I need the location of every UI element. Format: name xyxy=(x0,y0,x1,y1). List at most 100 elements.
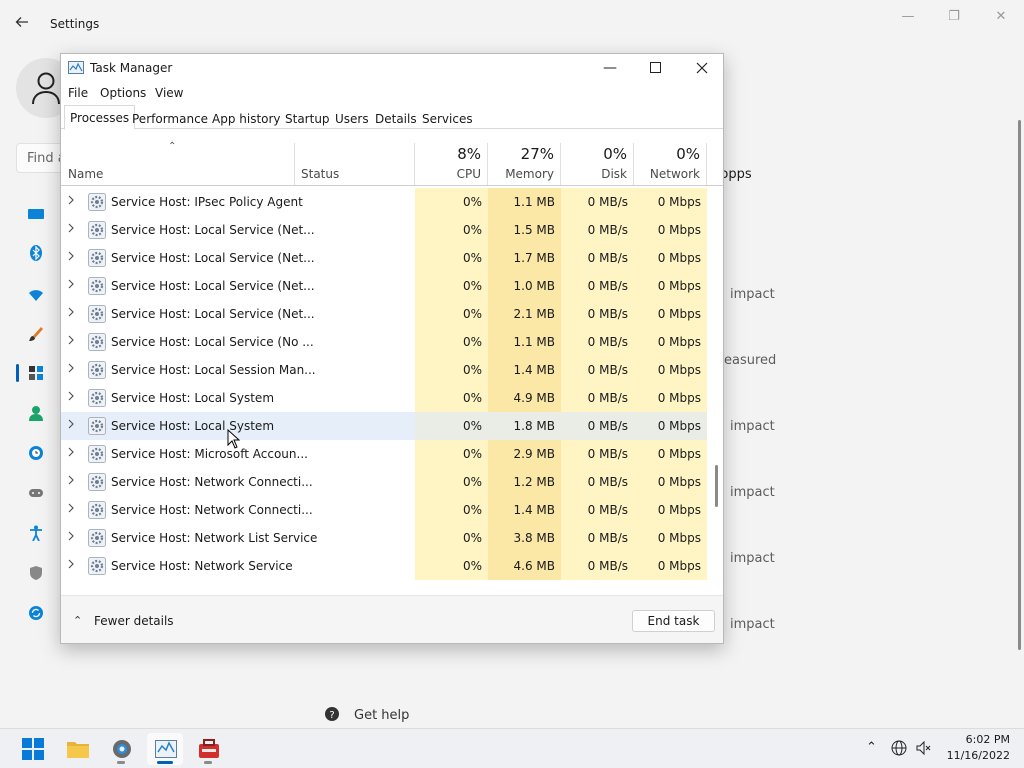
expand-chevron-icon[interactable] xyxy=(67,559,77,571)
restore-button[interactable]: ❐ xyxy=(939,7,969,27)
expand-chevron-icon[interactable] xyxy=(67,307,77,319)
table-row[interactable]: Service Host: Network Service 0% 4.6 MB 0 M… xyxy=(61,552,723,580)
table-row[interactable]: Service Host: Local Service (Net... 0% 1.5… xyxy=(61,216,723,244)
menu-file[interactable]: File xyxy=(68,86,88,100)
maximize-button[interactable] xyxy=(633,57,679,79)
volume-muted-icon[interactable] xyxy=(916,740,932,760)
tab-users[interactable]: Users xyxy=(329,107,375,129)
expand-chevron-icon[interactable] xyxy=(67,251,77,263)
column-divider[interactable] xyxy=(706,143,707,185)
cpu-cell: 0% xyxy=(415,384,488,412)
process-name: Service Host: Network Connecti... xyxy=(111,503,313,517)
disk-percent[interactable]: 0% xyxy=(564,145,627,163)
column-divider[interactable] xyxy=(414,143,415,185)
service-gear-icon xyxy=(88,361,106,379)
column-divider[interactable] xyxy=(294,143,295,185)
table-row[interactable]: Service Host: Network Connecti... 0% 1.2 M… xyxy=(61,468,723,496)
column-divider[interactable] xyxy=(560,143,561,185)
show-hidden-icons-chevron-icon[interactable]: ⌃ xyxy=(866,740,877,755)
table-row[interactable]: Service Host: Microsoft Accoun... 0% 2.9 M… xyxy=(61,440,723,468)
close-button[interactable] xyxy=(679,57,725,79)
clock[interactable]: 6:02 PM 11/16/2022 xyxy=(944,732,1010,764)
column-disk[interactable]: Disk xyxy=(564,167,627,181)
expand-chevron-icon[interactable] xyxy=(67,195,77,207)
start-button[interactable] xyxy=(14,733,50,765)
tab-startup[interactable]: Startup xyxy=(279,107,336,129)
expand-chevron-icon[interactable] xyxy=(67,447,77,459)
network-cell: 0 Mbps xyxy=(634,328,707,356)
privacy-security-icon[interactable] xyxy=(28,565,44,581)
expand-chevron-icon[interactable] xyxy=(67,363,77,375)
network-cell: 0 Mbps xyxy=(634,356,707,384)
tab-processes[interactable]: Processes xyxy=(64,105,136,130)
expand-chevron-icon[interactable] xyxy=(67,223,77,235)
accessibility-icon[interactable] xyxy=(28,525,44,542)
table-row[interactable]: Service Host: Local Service (No ... 0% 1.1… xyxy=(61,328,723,356)
table-row[interactable]: Service Host: Local Session Man... 0% 1.4 … xyxy=(61,356,723,384)
minimize-button[interactable]: — xyxy=(893,7,923,27)
tab-services[interactable]: Services xyxy=(416,107,479,129)
expand-chevron-icon[interactable] xyxy=(67,279,77,291)
expand-chevron-icon[interactable] xyxy=(67,503,77,515)
vertical-scrollbar[interactable] xyxy=(715,465,718,507)
gaming-icon[interactable] xyxy=(28,485,44,501)
network-icon[interactable] xyxy=(28,287,44,303)
disk-cell: 0 MB/s xyxy=(561,412,634,440)
windows-update-icon[interactable] xyxy=(28,605,44,621)
table-row[interactable]: Service Host: Local Service (Net... 0% 2.1… xyxy=(61,300,723,328)
expand-chevron-icon[interactable] xyxy=(67,335,77,347)
network-globe-icon[interactable] xyxy=(891,740,907,760)
personalization-icon[interactable] xyxy=(28,326,44,342)
column-divider[interactable] xyxy=(633,143,634,185)
column-memory[interactable]: Memory xyxy=(491,167,554,181)
table-row[interactable]: Service Host: Network Connecti... 0% 1.4 M… xyxy=(61,496,723,524)
settings-app-button[interactable] xyxy=(103,733,139,765)
table-row[interactable]: Service Host: Network List Service 0% 3.8 … xyxy=(61,524,723,552)
back-arrow-icon[interactable] xyxy=(14,14,34,34)
end-task-button[interactable]: End task xyxy=(632,610,715,632)
task-manager-footer: ⌃ Fewer details End task xyxy=(61,595,723,643)
task-manager-titlebar[interactable]: Task Manager — xyxy=(61,54,723,82)
expand-chevron-icon[interactable] xyxy=(67,419,77,431)
tab-details[interactable]: Details xyxy=(369,107,423,129)
network-percent[interactable]: 0% xyxy=(637,145,700,163)
column-name[interactable]: Name xyxy=(68,167,103,181)
table-row[interactable]: Service Host: IPsec Policy Agent 0% 1.1 MB… xyxy=(61,188,723,216)
accounts-icon[interactable] xyxy=(28,405,44,421)
column-cpu[interactable]: CPU xyxy=(421,167,481,181)
column-network[interactable]: Network xyxy=(637,167,700,181)
tab-performance[interactable]: Performance xyxy=(126,107,214,129)
settings-scrollbar[interactable] xyxy=(1018,120,1021,650)
time-language-icon[interactable] xyxy=(28,445,44,461)
expand-chevron-icon[interactable] xyxy=(67,531,77,543)
memory-percent[interactable]: 27% xyxy=(491,145,554,163)
system-icon[interactable] xyxy=(28,206,44,222)
cpu-percent[interactable]: 8% xyxy=(421,145,481,163)
table-row[interactable]: Service Host: Local Service (Net... 0% 1.0… xyxy=(61,272,723,300)
expand-chevron-icon[interactable] xyxy=(67,391,77,403)
bluetooth-icon[interactable] xyxy=(28,245,44,261)
column-divider[interactable] xyxy=(487,143,488,185)
get-help-link[interactable]: ? Get help xyxy=(324,706,409,723)
task-manager-taskbar-button[interactable] xyxy=(147,733,183,765)
toolbox-button[interactable] xyxy=(190,733,226,765)
expand-chevron-icon[interactable] xyxy=(67,475,77,487)
network-cell: 0 Mbps xyxy=(634,524,707,552)
disk-cell: 0 MB/s xyxy=(561,524,634,552)
menu-view[interactable]: View xyxy=(155,86,183,100)
network-cell: 0 Mbps xyxy=(634,272,707,300)
table-row[interactable]: Service Host: Local System 0% 4.9 MB 0 MB/s… xyxy=(61,384,723,412)
cpu-cell: 0% xyxy=(415,412,488,440)
minimize-button[interactable]: — xyxy=(587,57,633,79)
table-row[interactable]: Service Host: Local Service (Net... 0% 1.7… xyxy=(61,244,723,272)
menu-options[interactable]: Options xyxy=(100,86,146,100)
chevron-up-icon[interactable]: ⌃ xyxy=(73,614,82,627)
apps-icon[interactable] xyxy=(28,365,44,381)
fewer-details-button[interactable]: Fewer details xyxy=(94,614,174,628)
table-row[interactable]: Service Host: Local System 0% 1.8 MB 0 MB/s… xyxy=(61,412,723,440)
tab-app-history[interactable]: App history xyxy=(206,107,287,129)
file-explorer-button[interactable] xyxy=(59,733,95,765)
memory-cell: 1.1 MB xyxy=(488,328,561,356)
close-button[interactable]: ✕ xyxy=(986,7,1016,27)
column-status[interactable]: Status xyxy=(301,167,339,181)
